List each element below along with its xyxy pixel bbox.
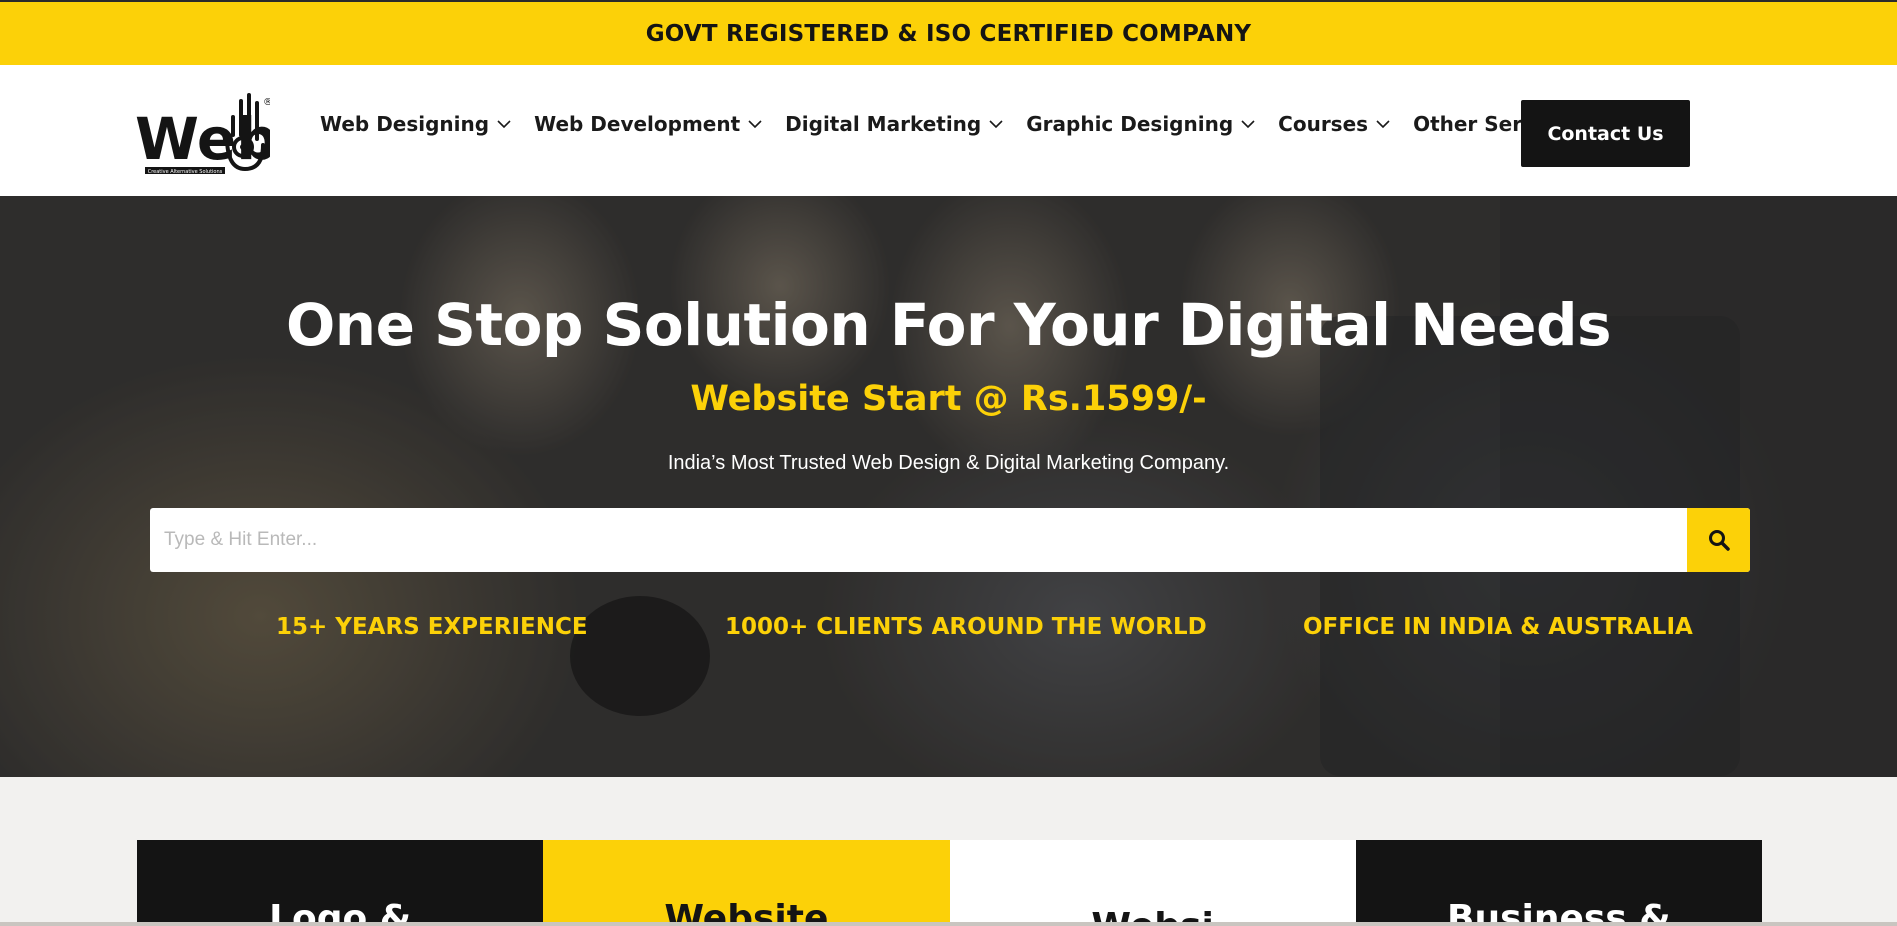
hero-dark-overlay <box>0 196 1897 777</box>
nav-label: Graphic Designing <box>1026 112 1234 136</box>
hero-section: One Stop Solution For Your Digital Needs… <box>0 196 1897 777</box>
chevron-down-icon <box>497 119 511 128</box>
service-card-website-2[interactable]: Websi <box>949 840 1356 926</box>
hero-title: One Stop Solution For Your Digital Needs <box>285 291 1612 359</box>
nav-web-designing[interactable]: Web Designing <box>320 112 511 136</box>
web-logo-icon[interactable]: Web ® Creative Alternative Solutions <box>135 87 270 177</box>
nav-web-development[interactable]: Web Development <box>534 112 762 136</box>
page-bottom-edge <box>0 922 1897 926</box>
stat-experience: 15+ YEARS EXPERIENCE <box>276 614 588 640</box>
main-nav: Web Designing Web Development Digital Ma… <box>320 112 1624 136</box>
logo-registered-mark: ® <box>263 97 270 108</box>
service-cards-row: Logo & Website Websi Business & <box>137 840 1762 926</box>
chevron-down-icon <box>748 119 762 128</box>
site-header: Web ® Creative Alternative Solutions Web… <box>0 65 1897 196</box>
search-icon <box>1708 530 1730 551</box>
search-button[interactable] <box>1687 508 1750 572</box>
nav-label: Digital Marketing <box>785 112 982 136</box>
hero-tagline: India’s Most Trusted Web Design & Digita… <box>667 452 1230 474</box>
chevron-down-icon <box>989 119 1003 128</box>
nav-digital-marketing[interactable]: Digital Marketing <box>785 112 1003 136</box>
chevron-down-icon <box>1376 119 1390 128</box>
chevron-down-icon <box>1241 119 1255 128</box>
nav-courses[interactable]: Courses <box>1278 112 1390 136</box>
service-card-website[interactable]: Website <box>543 840 950 926</box>
logo-tagline: Creative Alternative Solutions <box>148 169 223 175</box>
service-card-logo[interactable]: Logo & <box>137 840 544 926</box>
top-announcement-bar: GOVT REGISTERED & ISO CERTIFIED COMPANY <box>0 0 1897 65</box>
stat-clients: 1000+ CLIENTS AROUND THE WORLD <box>725 614 1207 640</box>
stat-offices: OFFICE IN INDIA & AUSTRALIA <box>1303 614 1693 640</box>
nav-label: Web Development <box>534 112 741 136</box>
search-bar <box>150 508 1750 572</box>
nav-label: Web Designing <box>320 112 490 136</box>
search-input[interactable] <box>150 508 1687 572</box>
nav-graphic-designing[interactable]: Graphic Designing <box>1026 112 1255 136</box>
announcement-text: GOVT REGISTERED & ISO CERTIFIED COMPANY <box>645 20 1252 47</box>
service-card-business[interactable]: Business & <box>1355 840 1762 926</box>
contact-us-button[interactable]: Contact Us <box>1521 100 1690 167</box>
nav-label: Courses <box>1278 112 1369 136</box>
hero-price-subtitle: Website Start @ Rs.1599/- <box>690 379 1207 419</box>
